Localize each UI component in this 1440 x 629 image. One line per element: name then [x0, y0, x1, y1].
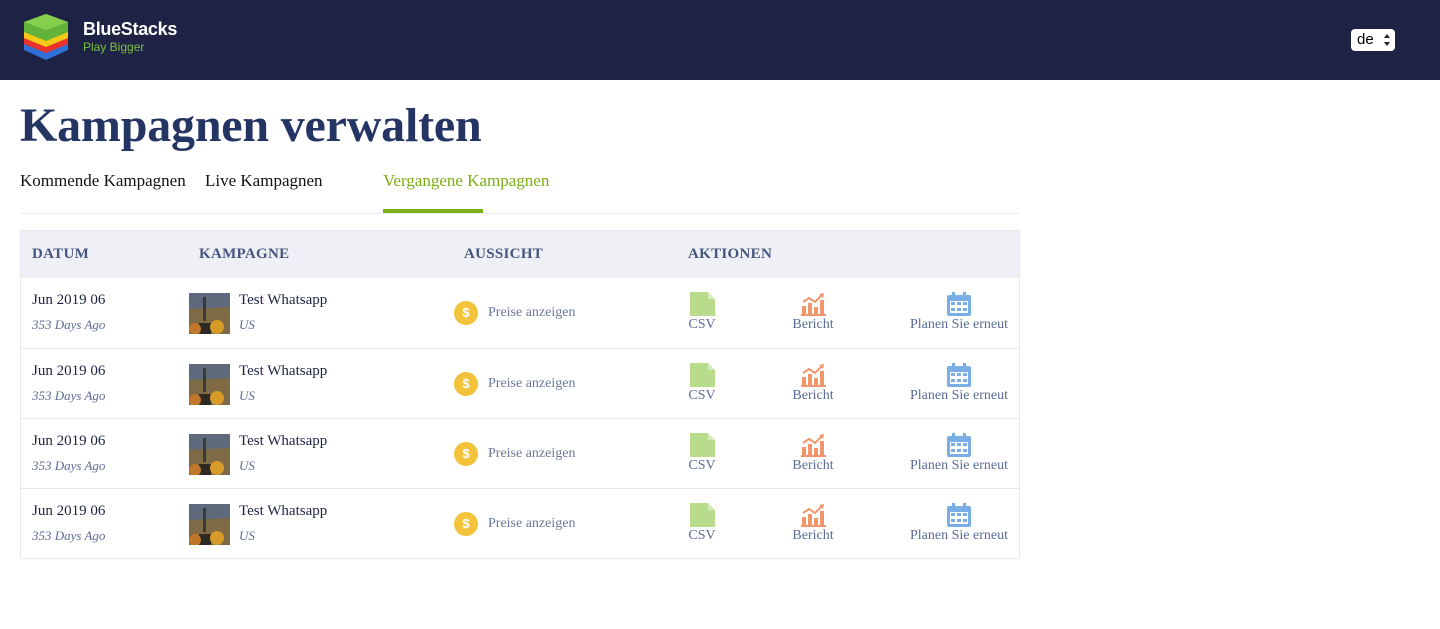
- campaign-date: Jun 2019 06: [32, 292, 106, 308]
- reschedule-label: Planen Sie erneut: [910, 388, 1008, 403]
- report-label: Bericht: [792, 528, 834, 543]
- column-header-campaign: KAMPAGNE: [199, 246, 290, 262]
- table-row: Jun 2019 06 353 Days Ago Test Whatsapp U…: [21, 488, 1019, 558]
- campaign-thumbnail[interactable]: [189, 293, 230, 334]
- column-header-view: AUSSICHT: [464, 246, 544, 262]
- dollar-coin-icon[interactable]: $: [454, 442, 478, 466]
- file-icon: [689, 363, 715, 387]
- file-icon: [689, 503, 715, 527]
- csv-download-button[interactable]: CSV: [682, 503, 722, 544]
- csv-download-button[interactable]: CSV: [682, 292, 722, 333]
- campaign-age: 353 Days Ago: [32, 388, 106, 403]
- bar-chart-icon: [800, 293, 826, 316]
- campaign-date: Jun 2019 06: [32, 433, 106, 449]
- campaign-date: Jun 2019 06: [32, 363, 106, 379]
- campaign-country: US: [239, 458, 255, 473]
- view-prices-link[interactable]: Preise anzeigen: [488, 305, 575, 321]
- reschedule-label: Planen Sie erneut: [910, 458, 1008, 473]
- campaign-age: 353 Days Ago: [32, 458, 106, 473]
- campaign-country: US: [239, 317, 255, 332]
- campaign-date: Jun 2019 06: [32, 503, 106, 519]
- report-button[interactable]: Bericht: [785, 363, 841, 404]
- table-row: Jun 2019 06 353 Days Ago Test Whatsapp U…: [21, 418, 1019, 488]
- report-label: Bericht: [792, 317, 834, 332]
- bar-chart-icon: [800, 504, 826, 527]
- brand-name: BlueStacks: [83, 19, 178, 39]
- view-prices-link[interactable]: Preise anzeigen: [488, 376, 575, 392]
- campaign-thumbnail[interactable]: [189, 364, 230, 405]
- dollar-coin-icon[interactable]: $: [454, 301, 478, 325]
- page-title: Kampagnen verwalten: [20, 99, 482, 152]
- select-arrows-icon: [1384, 34, 1390, 46]
- calendar-icon: [947, 503, 971, 527]
- reschedule-button[interactable]: Planen Sie erneut: [905, 503, 1013, 544]
- reschedule-button[interactable]: Planen Sie erneut: [905, 292, 1013, 333]
- file-icon: [689, 292, 715, 316]
- top-bar: BlueStacks Play Bigger de: [0, 0, 1440, 80]
- reschedule-label: Planen Sie erneut: [910, 528, 1008, 543]
- tab-past-campaigns[interactable]: Vergangene Kampagnen: [383, 171, 549, 191]
- csv-download-button[interactable]: CSV: [682, 433, 722, 474]
- campaign-age: 353 Days Ago: [32, 528, 106, 543]
- bar-chart-icon: [800, 434, 826, 457]
- campaign-country: US: [239, 528, 255, 543]
- language-value: de: [1357, 31, 1374, 48]
- reschedule-button[interactable]: Planen Sie erneut: [905, 363, 1013, 404]
- table-row: Jun 2019 06 353 Days Ago Test Whatsapp U…: [21, 348, 1019, 418]
- reschedule-button[interactable]: Planen Sie erneut: [905, 433, 1013, 474]
- column-header-actions: AKTIONEN: [688, 246, 773, 262]
- report-button[interactable]: Bericht: [785, 503, 841, 544]
- campaign-age: 353 Days Ago: [32, 317, 106, 332]
- campaign-thumbnail[interactable]: [189, 504, 230, 545]
- dollar-coin-icon[interactable]: $: [454, 372, 478, 396]
- tab-upcoming-campaigns[interactable]: Kommende Kampagnen: [20, 171, 186, 191]
- view-prices-link[interactable]: Preise anzeigen: [488, 446, 575, 462]
- calendar-icon: [947, 363, 971, 387]
- tabs-divider: [20, 213, 1020, 214]
- calendar-icon: [947, 433, 971, 457]
- csv-download-button[interactable]: CSV: [682, 363, 722, 404]
- file-icon: [689, 433, 715, 457]
- csv-label: CSV: [688, 528, 716, 543]
- campaign-name[interactable]: Test Whatsapp: [239, 363, 327, 380]
- column-header-date: DATUM: [32, 246, 90, 262]
- view-prices-link[interactable]: Preise anzeigen: [488, 516, 575, 532]
- report-label: Bericht: [792, 388, 834, 403]
- campaign-thumbnail[interactable]: [189, 434, 230, 475]
- tab-live-campaigns[interactable]: Live Kampagnen: [205, 171, 323, 191]
- csv-label: CSV: [688, 458, 716, 473]
- language-select[interactable]: de: [1351, 29, 1395, 51]
- csv-label: CSV: [688, 317, 716, 332]
- table-row: Jun 2019 06 353 Days Ago Test Whatsapp U…: [21, 278, 1019, 348]
- dollar-coin-icon[interactable]: $: [454, 512, 478, 536]
- report-button[interactable]: Bericht: [785, 433, 841, 474]
- table-header: DATUM KAMPAGNE AUSSICHT AKTIONEN: [21, 231, 1019, 278]
- campaign-name[interactable]: Test Whatsapp: [239, 433, 327, 450]
- bar-chart-icon: [800, 364, 826, 387]
- report-label: Bericht: [792, 458, 834, 473]
- campaigns-table: DATUM KAMPAGNE AUSSICHT AKTIONEN Jun 201…: [20, 230, 1020, 559]
- csv-label: CSV: [688, 388, 716, 403]
- reschedule-label: Planen Sie erneut: [910, 317, 1008, 332]
- campaign-name[interactable]: Test Whatsapp: [239, 503, 327, 520]
- bluestacks-logo[interactable]: [20, 14, 72, 62]
- brand-tagline: Play Bigger: [83, 40, 145, 54]
- calendar-icon: [947, 292, 971, 316]
- campaign-name[interactable]: Test Whatsapp: [239, 292, 327, 309]
- campaign-country: US: [239, 388, 255, 403]
- report-button[interactable]: Bericht: [785, 292, 841, 333]
